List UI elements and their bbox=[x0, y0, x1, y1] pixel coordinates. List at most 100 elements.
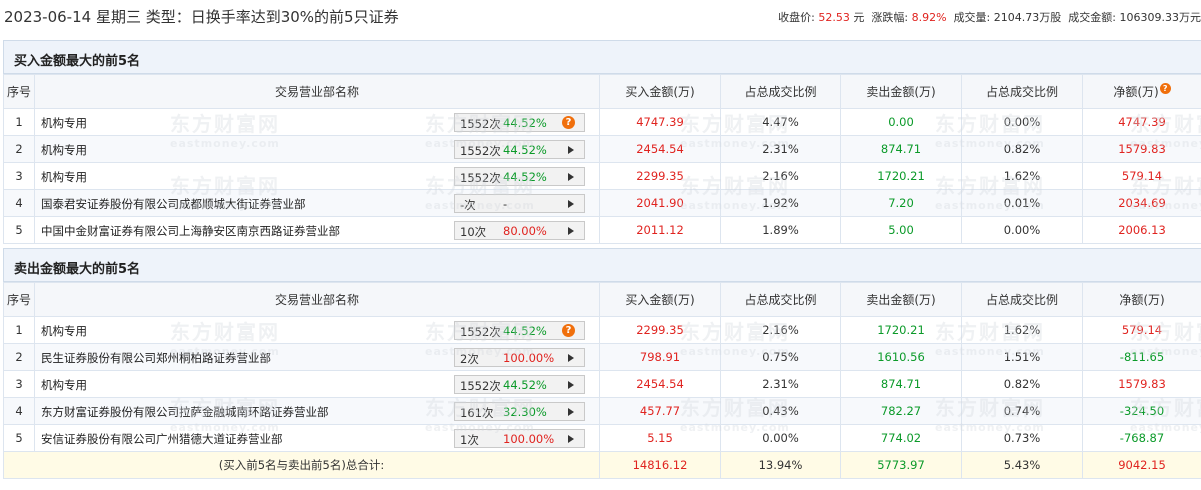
win-rate: 80.00% bbox=[503, 224, 547, 238]
table-row: 2 机构专用 1552次 44.52% 2454.54 2.31% 874.71 0.82% 1… bbox=[3, 135, 1201, 163]
expand-arrow-icon[interactable] bbox=[568, 200, 574, 208]
col-broker-name: 交易营业部名称 bbox=[34, 282, 600, 317]
top-bar: 2023-06-14 星期三 类型：日换手率达到30%的前5只证券 收盘价: 5… bbox=[0, 0, 1201, 32]
close-price-value: 52.53 bbox=[818, 11, 850, 24]
expand-arrow-icon[interactable] bbox=[568, 381, 574, 389]
table-row: 3 机构专用 1552次 44.52% 2299.35 2.16% 1720.21 1.62%… bbox=[3, 162, 1201, 190]
net-amount: -324.50 bbox=[1082, 397, 1201, 425]
broker-cell: 机构专用 1552次 44.52% bbox=[34, 162, 600, 190]
broker-name[interactable]: 东方财富证券股份有限公司拉萨金融城南环路证券营业部 bbox=[41, 404, 329, 420]
broker-name[interactable]: 机构专用 bbox=[41, 142, 87, 158]
col-sell-ratio: 占总成交比例 bbox=[961, 74, 1083, 109]
broker-stats-button[interactable]: 1552次 44.52% bbox=[454, 375, 585, 394]
expand-arrow-icon[interactable] bbox=[568, 435, 574, 443]
net-amount: -811.65 bbox=[1082, 343, 1201, 371]
buy-amount: 2454.54 bbox=[599, 370, 721, 398]
change-value: 8.92% bbox=[911, 11, 947, 24]
broker-name[interactable]: 机构专用 bbox=[41, 377, 87, 393]
help-question-icon[interactable]: ? bbox=[562, 324, 575, 337]
broker-stats-button[interactable]: -次 - bbox=[454, 194, 585, 213]
buy-ratio: 2.16% bbox=[720, 162, 841, 190]
expand-arrow-icon[interactable] bbox=[568, 227, 574, 235]
total-buy-ratio: 13.94% bbox=[720, 451, 841, 479]
broker-name[interactable]: 机构专用 bbox=[41, 323, 87, 339]
sell-amount: 0.00 bbox=[840, 108, 962, 136]
row-index: 5 bbox=[3, 216, 35, 244]
expand-arrow-icon[interactable] bbox=[568, 146, 574, 154]
row-index: 5 bbox=[3, 424, 35, 452]
table-row: 1 机构专用 1552次 44.52%? 2299.35 2.16% 1720.21 1.62… bbox=[3, 316, 1201, 344]
table-row: 3 机构专用 1552次 44.52% 2454.54 2.31% 874.71 0.82% 1… bbox=[3, 370, 1201, 398]
quote-stats: 收盘价: 52.53 元 涨跌幅: 8.92% 成交量: 2104.73万股 成… bbox=[778, 9, 1201, 25]
buy-ratio: 0.43% bbox=[720, 397, 841, 425]
col-net-amount: 净额(万) bbox=[1082, 282, 1201, 317]
sell-ratio: 0.73% bbox=[961, 424, 1083, 452]
buy-ratio: 2.16% bbox=[720, 316, 841, 344]
broker-cell: 民生证券股份有限公司郑州桐柏路证券营业部 2次 100.00% bbox=[34, 343, 600, 371]
buy-table: 序号 交易营业部名称 买入金额(万) 占总成交比例 卖出金额(万) 占总成交比例… bbox=[3, 74, 1201, 244]
broker-cell: 中国中金财富证券有限公司上海静安区南京西路证券营业部 10次 80.00% bbox=[34, 216, 600, 244]
broker-name[interactable]: 国泰君安证券股份有限公司成都顺城大街证券营业部 bbox=[41, 196, 306, 212]
col-broker-name: 交易营业部名称 bbox=[34, 74, 600, 109]
broker-stats-button[interactable]: 1552次 44.52%? bbox=[454, 321, 585, 340]
sell-ratio: 1.62% bbox=[961, 162, 1083, 190]
broker-stats-button[interactable]: 2次 100.00% bbox=[454, 348, 585, 367]
broker-stats-button[interactable]: 10次 80.00% bbox=[454, 221, 585, 240]
expand-arrow-icon[interactable] bbox=[568, 408, 574, 416]
expand-arrow-icon[interactable] bbox=[568, 354, 574, 362]
sell-amount: 874.71 bbox=[840, 135, 962, 163]
buy-amount: 798.91 bbox=[599, 343, 721, 371]
listing-count: 1552次 bbox=[460, 117, 501, 131]
listing-count: 1552次 bbox=[460, 171, 501, 185]
broker-name[interactable]: 中国中金财富证券有限公司上海静安区南京西路证券营业部 bbox=[41, 223, 340, 239]
sell-ratio: 0.00% bbox=[961, 108, 1083, 136]
sell-amount: 1610.56 bbox=[840, 343, 962, 371]
table-row: 1 机构专用 1552次 44.52%? 4747.39 4.47% 0.00 0.00% 47… bbox=[3, 108, 1201, 136]
sell-amount: 782.27 bbox=[840, 397, 962, 425]
sell-section-header: 卖出金额最大的前5名 bbox=[3, 248, 1201, 282]
amount-label: 成交金额: bbox=[1068, 11, 1116, 24]
win-rate: 100.00% bbox=[503, 432, 555, 446]
row-index: 2 bbox=[3, 135, 35, 163]
buy-amount: 2041.90 bbox=[599, 189, 721, 217]
listing-count: 2次 bbox=[460, 352, 479, 366]
total-row: (买入前5名与卖出前5名)总合计: 14816.12 13.94% 5773.9… bbox=[3, 451, 1201, 479]
net-amount: 2034.69 bbox=[1082, 189, 1201, 217]
total-net: 9042.15 bbox=[1082, 451, 1201, 479]
change-label: 涨跌幅: bbox=[871, 11, 909, 24]
broker-name[interactable]: 机构专用 bbox=[41, 115, 87, 131]
buy-amount: 5.15 bbox=[599, 424, 721, 452]
sell-amount: 5.00 bbox=[840, 216, 962, 244]
broker-name[interactable]: 安信证券股份有限公司广州猎德大道证券营业部 bbox=[41, 431, 283, 447]
broker-stats-button[interactable]: 1次 100.00% bbox=[454, 429, 585, 448]
help-question-icon[interactable]: ? bbox=[562, 116, 575, 129]
broker-stats-button[interactable]: 1552次 44.52% bbox=[454, 167, 585, 186]
broker-name[interactable]: 机构专用 bbox=[41, 169, 87, 185]
broker-cell: 机构专用 1552次 44.52%? bbox=[34, 316, 600, 344]
col-index: 序号 bbox=[3, 74, 35, 109]
broker-cell: 国泰君安证券股份有限公司成都顺城大街证券营业部 -次 - bbox=[34, 189, 600, 217]
win-rate: - bbox=[503, 197, 508, 211]
broker-stats-button[interactable]: 1552次 44.52% bbox=[454, 140, 585, 159]
broker-name[interactable]: 民生证券股份有限公司郑州桐柏路证券营业部 bbox=[41, 350, 271, 366]
broker-stats-button[interactable]: 161次 32.30% bbox=[454, 402, 585, 421]
broker-stats-button[interactable]: 1552次 44.52%? bbox=[454, 113, 585, 132]
net-help-icon[interactable]: ? bbox=[1159, 83, 1171, 94]
row-index: 1 bbox=[3, 316, 35, 344]
listing-count: 1552次 bbox=[460, 144, 501, 158]
buy-section-header: 买入金额最大的前5名 bbox=[3, 40, 1201, 74]
expand-arrow-icon[interactable] bbox=[568, 173, 574, 181]
broker-cell: 安信证券股份有限公司广州猎德大道证券营业部 1次 100.00% bbox=[34, 424, 600, 452]
volume-label: 成交量: bbox=[953, 11, 991, 24]
listing-count: 10次 bbox=[460, 225, 487, 239]
sell-amount: 874.71 bbox=[840, 370, 962, 398]
win-rate: 44.52% bbox=[503, 378, 547, 392]
col-buy-ratio: 占总成交比例 bbox=[720, 282, 841, 317]
net-amount: 579.14 bbox=[1082, 162, 1201, 190]
sell-table: 序号 交易营业部名称 买入金额(万) 占总成交比例 卖出金额(万) 占总成交比例… bbox=[3, 282, 1201, 479]
net-amount: 2006.13 bbox=[1082, 216, 1201, 244]
table-row: 5 安信证券股份有限公司广州猎德大道证券营业部 1次 100.00% 5.15 0.00%… bbox=[3, 424, 1201, 452]
sell-amount: 1720.21 bbox=[840, 162, 962, 190]
col-index: 序号 bbox=[3, 282, 35, 317]
col-buy-amount: 买入金额(万) bbox=[599, 74, 721, 109]
